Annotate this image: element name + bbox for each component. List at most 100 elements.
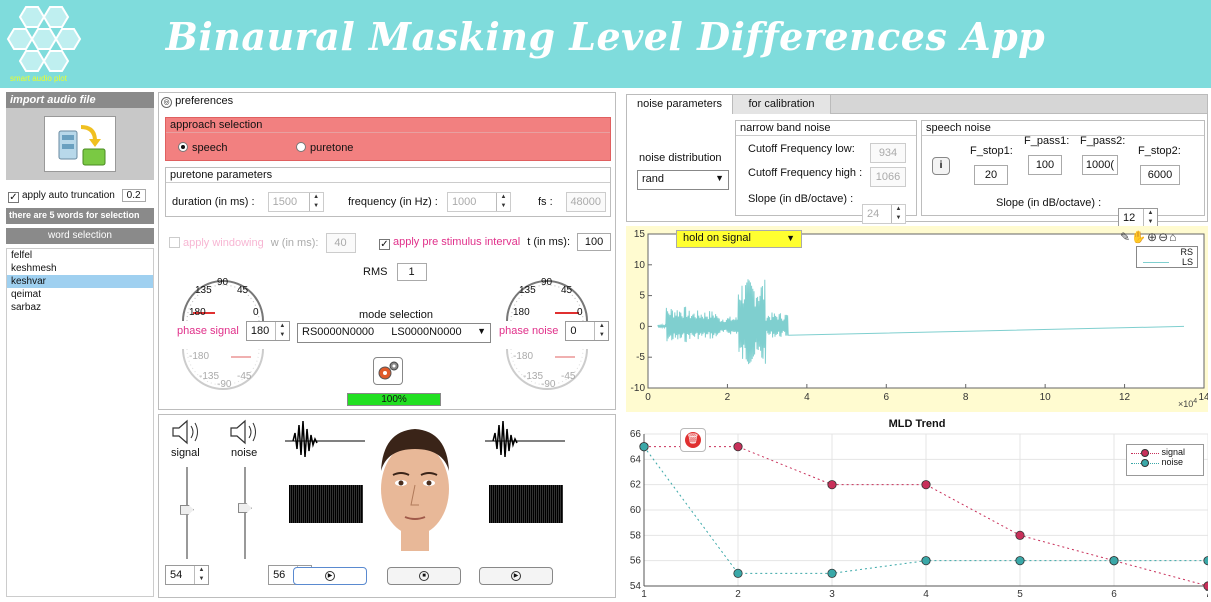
stop-button[interactable]: ■ [387, 567, 461, 585]
logo-caption: smart audio plot [10, 74, 67, 83]
home-icon[interactable]: ⌂ [1169, 230, 1177, 244]
play-icon: ▶ [325, 571, 335, 581]
chevron-down-icon: ▼ [715, 173, 724, 183]
wave-x-tick: 14 [1198, 392, 1208, 403]
frequency-row: frequency (in Hz) : 1000 ▲ ▼ [348, 192, 511, 212]
wave-y-tick: 15 [634, 229, 646, 240]
cutoff-low-label: Cutoff Frequency low: [748, 143, 855, 155]
duration-spinner[interactable]: 1500 ▲ ▼ [267, 192, 324, 212]
zoom-in-icon[interactable]: ⊕ [1147, 230, 1158, 244]
waveform-plot[interactable]: 15 10 5 0 -5 -10 0 2 4 6 8 10 12 14 [626, 226, 1208, 412]
sp-slope-arrows[interactable]: ▲ ▼ [1143, 209, 1157, 227]
speech-noise-group: speech noise i F_stop1: 20 F_pass1: 100 … [921, 120, 1205, 228]
signal-speaker-icon[interactable] [169, 417, 205, 447]
brush-icon[interactable]: ✎ [1120, 230, 1131, 244]
legend-signal-label: signal [1161, 447, 1186, 457]
noise-distribution-label: noise distribution [639, 152, 722, 164]
preferences-title: preferences [175, 95, 234, 107]
nb-slope-arrows[interactable]: ▲ ▼ [891, 205, 905, 223]
word-list-item[interactable]: qeimat [7, 288, 153, 301]
radio-puretone[interactable]: puretone [296, 142, 353, 154]
zoom-out-icon[interactable]: ⊖ [1158, 230, 1169, 244]
noise-tick-neg135: -135 [523, 371, 544, 382]
info-button[interactable]: i [932, 157, 950, 175]
cutoff-high-input[interactable]: 1066 [870, 167, 906, 187]
fpass2-label: F_pass2: [1080, 135, 1126, 147]
signal-volume-spinner[interactable]: 54 ▲ ▼ [165, 565, 209, 585]
pan-hand-icon[interactable]: ✋ [1131, 230, 1147, 244]
mld-y-tick: 56 [630, 556, 642, 567]
fstop2-input[interactable]: 6000 [1140, 165, 1180, 185]
word-list-item[interactable]: felfel [7, 249, 153, 262]
mld-x-tick: 6 [1111, 589, 1117, 600]
w-input[interactable]: 40 [325, 233, 356, 253]
frequency-spinner[interactable]: 1000 ▲ ▼ [446, 192, 511, 212]
import-header: import audio file [6, 92, 154, 108]
word-list-item[interactable]: keshmesh [7, 262, 153, 275]
prestim-checkbox[interactable]: ✓ [379, 239, 390, 250]
process-button[interactable] [373, 357, 403, 385]
fstop1-input[interactable]: 20 [974, 165, 1008, 185]
tab-noise-parameters[interactable]: noise parameters [627, 95, 733, 114]
w-label: w (in ms): [270, 237, 319, 249]
word-list[interactable]: felfel keshmesh keshvar qeimat sarbaz [6, 248, 154, 597]
phase-noise-arrows[interactable]: ▲ ▼ [594, 322, 608, 340]
play-left-button[interactable]: ▶ [293, 567, 367, 585]
auto-truncation-checkbox[interactable]: ✓ [8, 192, 19, 203]
noise-volume-slider[interactable] [235, 467, 255, 559]
noise-distribution-dropdown[interactable]: rand ▼ [637, 170, 729, 190]
noise-slider-thumb[interactable] [238, 503, 252, 514]
word-list-item[interactable]: keshvar [7, 275, 153, 288]
hold-on-signal-dropdown[interactable]: hold on signal ▼ [676, 230, 802, 248]
phase-signal-arrows[interactable]: ▲ ▼ [274, 322, 289, 340]
signal-tick-135: 135 [195, 285, 212, 296]
delete-button[interactable]: 🗑 [680, 428, 706, 452]
fpass2-input[interactable]: 1000( [1082, 155, 1118, 175]
tab-for-calibration[interactable]: for calibration [733, 95, 831, 114]
noise-tick-neg90: -90 [541, 379, 556, 390]
t-input[interactable]: 100 [577, 233, 612, 251]
windowing-checkbox[interactable] [169, 237, 180, 248]
rms-input[interactable]: 1 [396, 263, 427, 281]
frequency-arrows[interactable]: ▲ ▼ [495, 193, 510, 211]
phase-noise-spinner[interactable]: 0 ▲ ▼ [565, 321, 610, 341]
signal-slider-thumb[interactable] [180, 504, 194, 515]
signal-volume-slider[interactable] [177, 467, 197, 559]
left-panel: import audio file ✓ apply auto truncation… [6, 92, 154, 597]
duration-arrows[interactable]: ▲ ▼ [308, 193, 323, 211]
mld-trend-title: MLD Trend [888, 418, 946, 430]
sp-slope-spinner[interactable]: 12 ▲ ▼ [1118, 208, 1158, 228]
duration-value: 1500 [272, 196, 298, 208]
play-right-button[interactable]: ▶ [479, 567, 553, 585]
nb-slope-spinner[interactable]: 24 ▲ ▼ [862, 204, 906, 224]
listener-face-image [381, 429, 449, 551]
wave-legend: RS LS [1136, 246, 1198, 268]
noise-params-body: noise distribution rand ▼ narrow band no… [626, 114, 1208, 228]
fs-row: fs : 48000 [538, 192, 606, 212]
mld-point-noise [827, 568, 837, 578]
signal-tick-neg180: -180 [189, 351, 210, 362]
noise-speaker-icon[interactable] [227, 417, 263, 447]
x-exponent-power: 4 [1193, 398, 1198, 405]
radio-speech-dot [178, 142, 188, 152]
fpass1-input[interactable]: 100 [1028, 155, 1062, 175]
mld-trend-chart[interactable]: 545658606264661234567 [626, 430, 1208, 600]
noise-tick-180: 180 [513, 307, 530, 318]
fs-input[interactable]: 48000 [565, 192, 606, 212]
auto-truncation-input[interactable]: 0.2 [121, 189, 146, 202]
mode-selection-dropdown[interactable]: RS0000N0000 LS0000N0000 ▼ [297, 323, 491, 343]
cutoff-low-input[interactable]: 934 [870, 143, 906, 163]
word-list-item[interactable]: sarbaz [7, 301, 153, 314]
import-file-icon [58, 125, 106, 166]
noise-label: noise [231, 447, 258, 459]
preferences-icon[interactable]: ◎ [161, 97, 172, 108]
noise-volume-value: 56 [273, 569, 286, 581]
phase-signal-spinner[interactable]: 180 ▲ ▼ [245, 321, 290, 341]
radio-puretone-label: puretone [310, 142, 354, 154]
signal-volume-arrows[interactable]: ▲ ▼ [194, 566, 208, 584]
legend-noise: noise [1131, 457, 1199, 467]
import-audio-button[interactable] [44, 116, 116, 172]
radio-speech[interactable]: speech [178, 142, 227, 154]
signal-tick-0: 0 [253, 307, 259, 318]
windowing-row: apply windowing w (in ms): 40 [169, 233, 356, 253]
